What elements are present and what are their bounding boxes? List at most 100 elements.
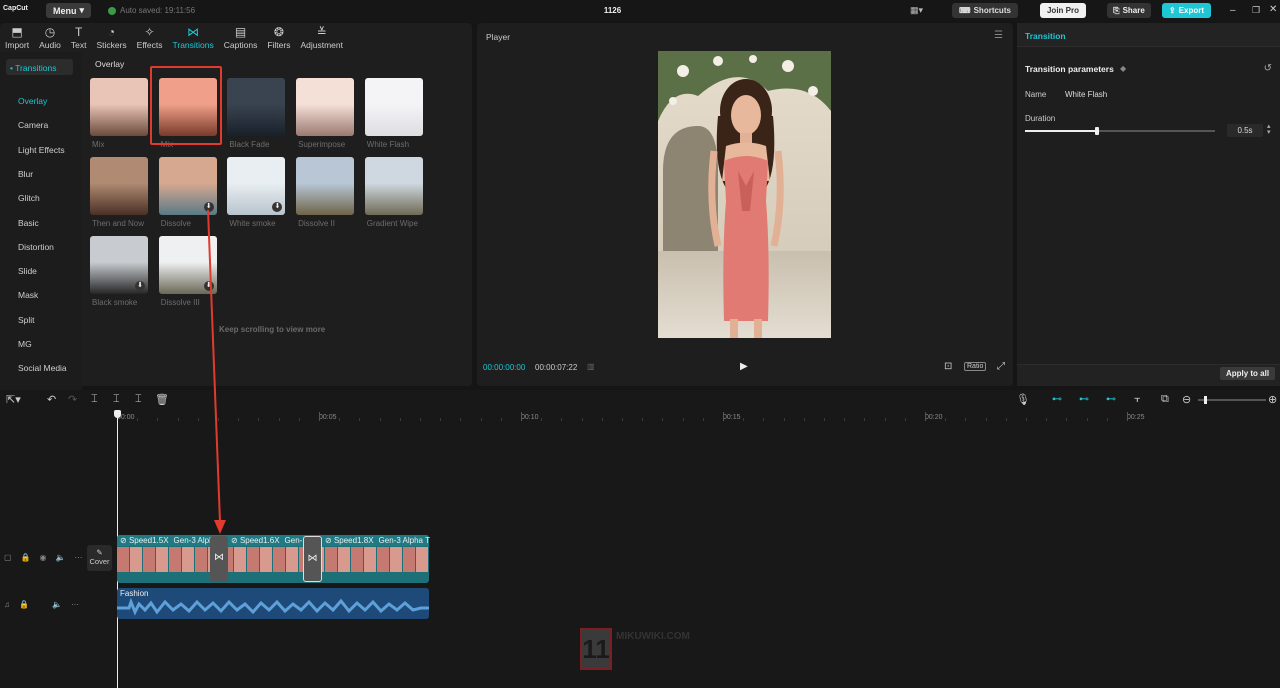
video-clip[interactable]: ⊘ Speed1.5X Gen-3 Alph (120, 536, 214, 545)
sidebar-item-slide[interactable]: Slide (18, 266, 37, 276)
zoom-slider-handle[interactable] (1204, 396, 1207, 404)
sidebar-item-split[interactable]: Split (18, 315, 35, 325)
fullscreen-icon[interactable]: ⤢ (997, 361, 1005, 372)
tab-filters[interactable]: ❂ Filters (262, 23, 295, 50)
tab-adjustment[interactable]: ≚ Adjustment (295, 23, 348, 50)
transition-thumb[interactable] (296, 157, 355, 215)
join-pro-button[interactable]: Join Pro (1040, 3, 1086, 18)
preview-axis-icon[interactable]: ⊷ (1106, 394, 1116, 405)
split-left-icon[interactable]: ⌶ (113, 393, 120, 406)
ruler-minor-tick (662, 418, 664, 421)
ratio-button[interactable]: Ratio (964, 362, 987, 371)
download-icon[interactable]: ⬇ (272, 202, 283, 212)
transition-thumb[interactable] (227, 78, 286, 136)
sidebar-item-blur[interactable]: Blur (18, 169, 33, 179)
apply-to-all-button[interactable]: Apply to all (1220, 367, 1275, 380)
playhead-handle[interactable] (114, 410, 121, 418)
caption-icon[interactable]: ⧉ (1161, 393, 1169, 406)
align-icon[interactable]: ⫟ (1134, 393, 1141, 406)
track-thumbnail-icon[interactable]: ▢ (4, 553, 12, 562)
tab-import[interactable]: ⬒ Import (0, 23, 34, 50)
transition-thumb[interactable] (296, 78, 355, 136)
play-icon[interactable]: ▶ (740, 361, 748, 372)
menu-icon[interactable]: ☰ (994, 30, 1003, 41)
sidebar-item-camera[interactable]: Camera (18, 120, 48, 130)
video-preview[interactable] (658, 51, 831, 338)
transition-thumb[interactable] (90, 78, 148, 136)
music-icon[interactable]: ♫ (4, 600, 10, 609)
undo-icon[interactable]: ↶ (47, 393, 56, 406)
minimize-icon[interactable]: – (1230, 5, 1236, 16)
reset-icon[interactable]: ↺ (1264, 63, 1272, 74)
video-clip[interactable]: ⊘ Speed1.6X Gen- (231, 536, 302, 545)
duration-slider-handle[interactable] (1095, 127, 1099, 135)
transition-thumb[interactable] (364, 78, 423, 136)
close-icon[interactable]: ✕ (1269, 4, 1277, 15)
restore-icon[interactable]: ❐ (1252, 5, 1260, 16)
transition-thumb[interactable] (364, 157, 423, 215)
ruler-minor-tick (622, 418, 623, 421)
more-icon[interactable]: ⋯ (74, 553, 82, 562)
duration-input[interactable]: 0.5s (1227, 124, 1263, 137)
transition-label: Mix (92, 140, 105, 149)
stickers-icon: ◔ (107, 25, 116, 39)
clip-speed: Speed1.6X (239, 536, 280, 545)
zoom-slider[interactable] (1198, 396, 1266, 404)
tab-label: Filters (267, 40, 291, 50)
duration-stepper-icon[interactable]: ▴ ▾ (1267, 123, 1271, 136)
link-icon[interactable]: ⊷ (1079, 394, 1089, 405)
video-clip[interactable]: ⊘ Speed1.8X Gen-3 Alpha T (325, 536, 430, 545)
eye-icon[interactable]: ◉ (40, 553, 47, 562)
split-icon[interactable]: ⌶ (91, 393, 98, 406)
ruler-minor-tick (460, 418, 462, 421)
layout-icon[interactable]: ▦▾ (910, 5, 930, 16)
microphone-icon[interactable]: 🎙 (1016, 393, 1030, 406)
download-icon[interactable]: ⬇ (135, 281, 145, 291)
fit-view-icon[interactable]: ⊡ (944, 361, 952, 372)
export-button[interactable]: ⇪ Export (1162, 3, 1211, 18)
split-right-icon[interactable]: ⌶ (135, 393, 142, 406)
more-icon[interactable]: ⋯ (71, 600, 79, 609)
audio-clip[interactable]: Fashion (117, 588, 429, 619)
tab-effects[interactable]: ✧ Effects (132, 23, 168, 50)
cover-button[interactable]: ✎ Cover (87, 545, 112, 571)
lock-icon[interactable]: 🔒 (19, 600, 29, 609)
transition-thumb[interactable]: ⬇ (227, 157, 286, 215)
sidebar-item-overlay[interactable]: Overlay (18, 96, 47, 106)
shortcuts-button[interactable]: ⌨ Shortcuts (952, 3, 1018, 18)
transition-label: Black smoke (92, 298, 138, 307)
zoom-in-icon[interactable]: ⊕ (1268, 393, 1277, 406)
transition-thumb[interactable]: ⬇ (158, 157, 217, 215)
select-tool-icon[interactable]: ⇱▾ (6, 393, 21, 406)
transition-thumb[interactable] (90, 157, 148, 215)
audio-clip-label: Fashion (120, 589, 149, 598)
delete-icon[interactable]: 🗑 (155, 393, 169, 406)
sidebar-item-basic[interactable]: Basic (18, 218, 39, 228)
sidebar-item-light-effects[interactable]: Light Effects (18, 145, 65, 155)
transition-thumb[interactable]: ⬇ (90, 236, 148, 294)
duration-slider[interactable] (1025, 127, 1215, 135)
sidebar-item-distortion[interactable]: Distortion (18, 242, 54, 252)
transition-marker-selected[interactable]: ⋈ (303, 536, 322, 582)
transitions-category-header[interactable]: • Transitions (6, 59, 73, 75)
zoom-out-icon[interactable]: ⊖ (1182, 393, 1191, 406)
redo-icon[interactable]: ↷ (68, 393, 77, 406)
tab-captions[interactable]: ▤ Captions (219, 23, 263, 50)
tab-text[interactable]: T Text (66, 23, 92, 50)
timeline-grid-icon[interactable]: ▥ (587, 362, 595, 371)
sidebar-item-glitch[interactable]: Glitch (18, 193, 40, 203)
share-button[interactable]: ⎘ Share (1107, 3, 1151, 18)
speaker-icon[interactable]: 🔈 (52, 600, 62, 609)
tab-audio[interactable]: ◷ Audio (34, 23, 66, 50)
tab-stickers[interactable]: ◔ Stickers (91, 23, 131, 50)
sidebar-item-mg[interactable]: MG (18, 339, 32, 349)
tab-transition[interactable]: Transition (1025, 31, 1066, 41)
sidebar-item-mask[interactable]: Mask (18, 290, 38, 300)
tab-transitions[interactable]: ⋈ Transitions (168, 23, 219, 50)
speaker-icon[interactable]: 🔈 (56, 553, 66, 562)
transition-marker[interactable]: ⋈ (210, 536, 228, 582)
ruler-minor-tick (177, 418, 179, 421)
sidebar-item-social-media[interactable]: Social Media (18, 363, 67, 373)
lock-icon[interactable]: 🔒 (21, 553, 31, 562)
magnet-icon[interactable]: ⊷ (1052, 394, 1062, 405)
